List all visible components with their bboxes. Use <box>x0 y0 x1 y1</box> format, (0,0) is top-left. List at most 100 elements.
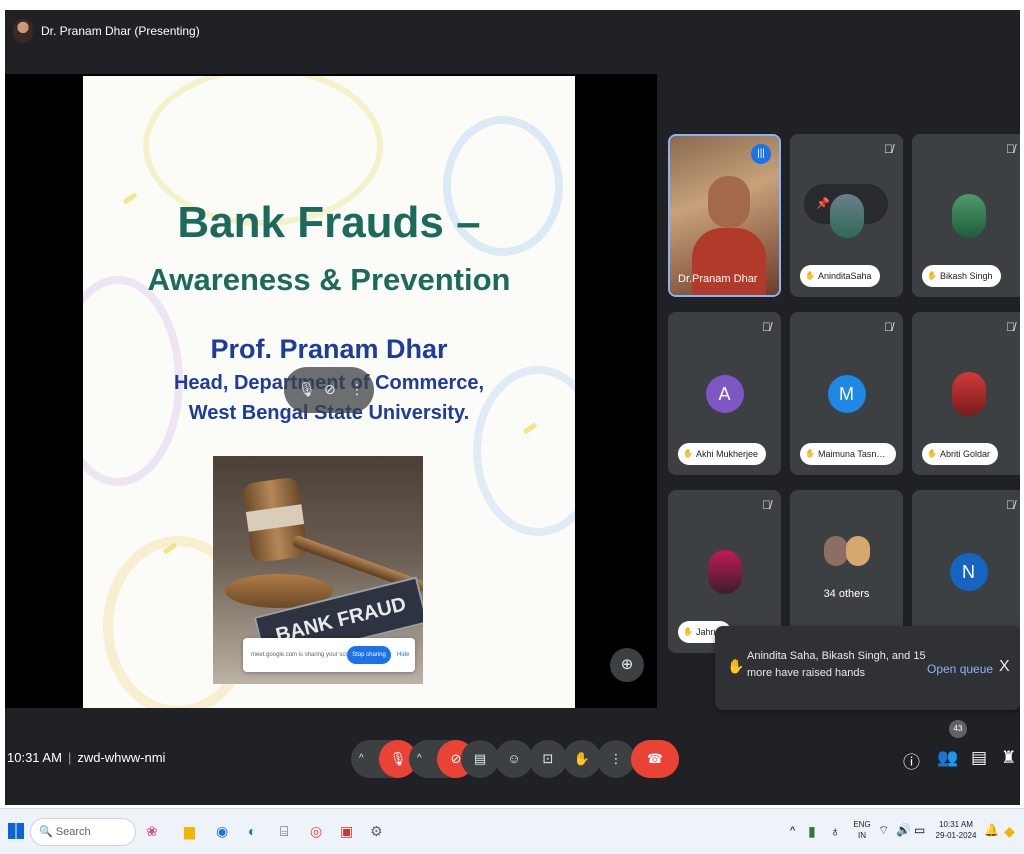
more-options-icon[interactable]: ⋮ <box>350 381 364 398</box>
participant-avatar: A <box>705 374 744 413</box>
open-queue-button[interactable]: Open queue <box>927 662 993 676</box>
participant-photo <box>951 193 986 238</box>
mic-off-icon: 🎙̸ <box>1006 498 1015 512</box>
slide-author: Prof. Pranam Dhar <box>210 334 448 364</box>
meet-window: Dr. Pranam Dhar (Presenting) Bank Frauds… <box>5 10 1020 805</box>
participant-avatar: N <box>949 552 988 591</box>
taskbar-search[interactable]: 🔍 Search <box>30 818 136 846</box>
participant-name: Dr.Pranam Dhar <box>678 273 758 285</box>
meeting-info: 10:31 AM | zwd-whww-nmi <box>7 750 165 765</box>
windows-taskbar: 🔍 Search ❀ ▆ ◉ ◐ ⌸ ◎ ▣ ⚙ ^ ▮ ♁ ENG IN ⌔ … <box>0 808 1024 854</box>
participant-photo <box>846 536 870 566</box>
present-icon: ⊡ <box>542 751 554 766</box>
more-options-button[interactable]: ⋮ <box>597 740 635 778</box>
hand-icon: ✋ <box>573 751 591 766</box>
participant-tile[interactable]: ||| Dr.Pranam Dhar <box>668 134 781 297</box>
widgets-icon[interactable]: ❀ <box>146 823 158 840</box>
meeting-code: zwd-whww-nmi <box>77 750 166 765</box>
app-icon[interactable]: ◐ <box>248 823 256 839</box>
share-notice-text: meet.google.com is sharing your screen. <box>251 652 360 658</box>
participant-tile[interactable]: 🎙̸ Bikash Singh <box>912 134 1020 297</box>
pdf-reader-icon[interactable]: ▣ <box>340 823 353 840</box>
present-button[interactable]: ⊡ <box>529 740 567 778</box>
mic-off-icon: 🎙̸ <box>762 498 771 512</box>
participant-tile[interactable]: 🎙̸ M Maimuna Tasne... <box>790 312 903 475</box>
captions-icon: ▤ <box>473 751 487 766</box>
people-icon[interactable]: 👥 <box>937 748 958 768</box>
mic-off-icon[interactable]: 🎙 <box>298 381 316 398</box>
system-clock[interactable]: 10:31 AM 29-01-2024 <box>932 819 980 841</box>
meeting-details-icon[interactable]: ⓘ <box>903 748 920 773</box>
captions-button[interactable]: ▤ <box>461 740 499 778</box>
file-explorer-icon[interactable]: ▆ <box>184 823 195 840</box>
leave-call-button[interactable]: ☎ <box>631 740 679 778</box>
participant-name: Maimuna Tasne... <box>800 443 896 465</box>
more-options-icon: ⋮ <box>609 751 623 766</box>
raise-hand-button[interactable]: ✋ <box>563 740 601 778</box>
tray-app-icon[interactable]: ▮ <box>808 823 816 840</box>
zoom-app-icon[interactable]: ◉ <box>216 823 228 840</box>
top-bar: Dr. Pranam Dhar (Presenting) <box>5 10 1020 54</box>
settings-gear-icon[interactable]: ⚙ <box>370 823 383 840</box>
participant-name: AninditaSaha <box>800 265 880 287</box>
mic-off-icon: 🎙̸ <box>762 320 771 334</box>
participant-tile[interactable]: 🎙̸ A Akhi Mukherjee <box>668 312 781 475</box>
hide-button[interactable]: Hide <box>397 652 409 658</box>
presenter-tile-controls: 🎙 ⊘ ⋮ <box>284 367 374 413</box>
mic-off-icon: 🎙̸ <box>1006 142 1015 156</box>
battery-icon[interactable]: ▭ <box>914 823 925 837</box>
participant-name: Abriti Goldar <box>922 443 999 465</box>
raised-hands-notification: ✋ Anindita Saha, Bikash Singh, and 15 mo… <box>715 626 1020 710</box>
phone-hangup-icon: ☎ <box>646 751 664 766</box>
others-count: 34 others <box>823 588 870 600</box>
speaker-face <box>708 176 750 228</box>
chevron-up-icon[interactable]: ^ <box>417 740 422 778</box>
chat-icon[interactable]: ▤ <box>971 748 987 768</box>
chrome-icon[interactable]: ◎ <box>310 823 322 840</box>
mic-off-icon: 🎙̸ <box>1006 320 1015 334</box>
participant-count-badge: 43 <box>949 720 967 738</box>
tray-location-icon[interactable]: ♁ <box>830 823 841 839</box>
participant-photo <box>951 371 986 416</box>
participant-tile[interactable]: 🎙̸ 📌 ⋮ AninditaSaha <box>790 134 903 297</box>
hand-icon: ✋ <box>727 658 745 674</box>
mic-off-icon: 🎙̸ <box>884 320 893 334</box>
presenter-avatar <box>13 19 33 43</box>
pin-icon[interactable]: ⊘ <box>324 381 336 398</box>
copilot-icon[interactable]: ◆ <box>1004 823 1015 840</box>
participant-photo <box>707 549 742 594</box>
participant-name: Bikash Singh <box>922 265 1001 287</box>
activities-icon[interactable]: ♜ <box>1001 748 1016 768</box>
language-indicator[interactable]: ENG IN <box>852 819 872 841</box>
presentation-stage: Bank Frauds – Awareness & Prevention Pro… <box>5 74 657 708</box>
stop-sharing-button[interactable]: Stop sharing <box>347 646 391 664</box>
language-code: ENG <box>853 820 871 829</box>
mic-off-icon: 🎙̸ <box>884 142 893 156</box>
zoom-icon[interactable]: ⊕ <box>610 648 644 682</box>
participant-photo <box>829 193 864 238</box>
windows-start-icon[interactable] <box>8 823 24 839</box>
clock-time: 10:31 AM <box>939 820 973 829</box>
clock-date: 29-01-2024 <box>935 831 977 840</box>
chevron-up-icon[interactable]: ^ <box>359 740 364 778</box>
speaker-shirt <box>692 228 766 295</box>
notification-bell-icon[interactable]: 🔔 <box>984 823 999 837</box>
microphone-control[interactable]: ^ 🎙 <box>351 740 417 778</box>
app-icon[interactable]: ⌸ <box>280 823 288 840</box>
slide-title: Bank Frauds – <box>177 198 481 247</box>
wifi-icon[interactable]: ⌔ <box>878 823 889 838</box>
divider: | <box>67 750 72 765</box>
chevron-up-icon[interactable]: ^ <box>790 825 795 837</box>
participant-photo <box>824 536 848 566</box>
search-icon: 🔍 <box>39 826 56 838</box>
volume-icon[interactable]: 🔊 <box>896 823 911 837</box>
speaking-indicator-icon: ||| <box>751 144 771 164</box>
participant-tile[interactable]: 🎙̸ Abriti Goldar <box>912 312 1020 475</box>
meeting-time: 10:31 AM <box>7 750 62 765</box>
participant-avatar: M <box>827 374 866 413</box>
reactions-button[interactable]: ☺ <box>495 740 533 778</box>
close-notification-button[interactable]: X <box>999 658 1010 676</box>
notification-text: Anindita Saha, Bikash Singh, and 15 more… <box>747 650 926 679</box>
presenter-title: Dr. Pranam Dhar (Presenting) <box>41 24 200 38</box>
slide-subtitle: Awareness & Prevention <box>147 262 511 297</box>
